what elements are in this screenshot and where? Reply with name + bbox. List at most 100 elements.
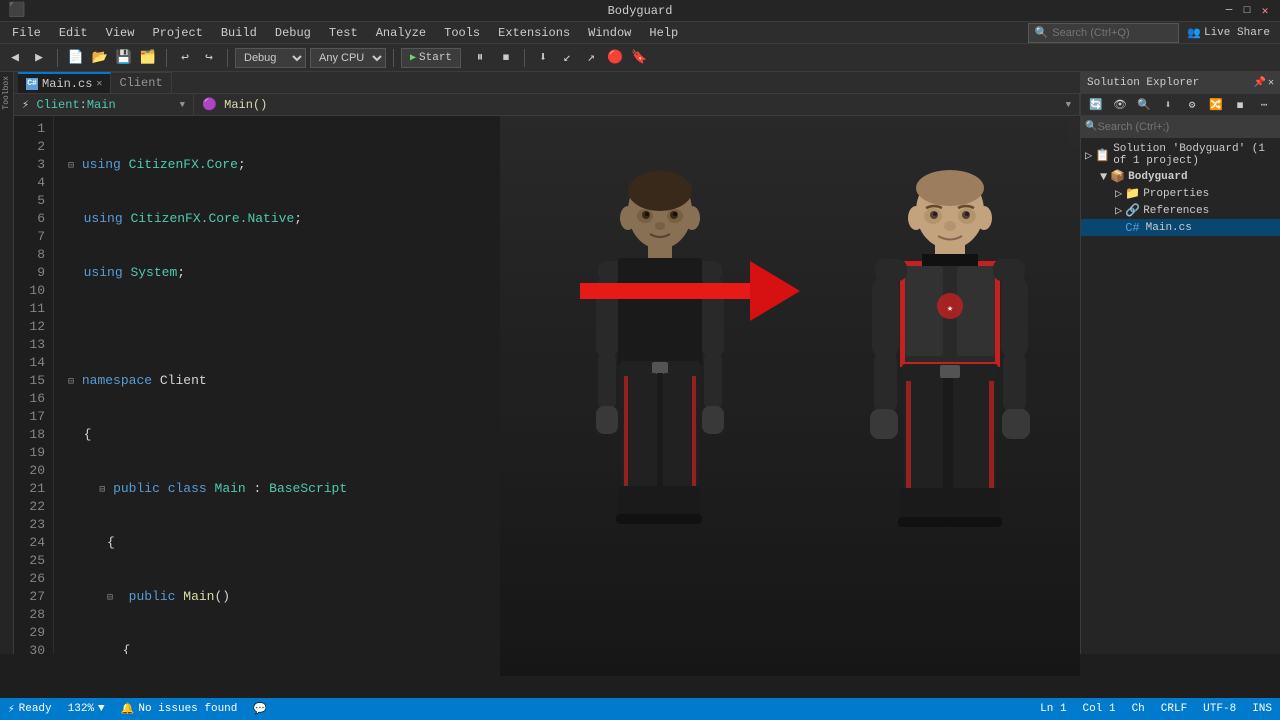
app-icon: ⬛ xyxy=(8,2,25,19)
menu-search-input[interactable] xyxy=(1052,27,1172,39)
editor-area[interactable]: 1 2 3 4 5 6 7 8 9 10 11 12 13 14 15 16 1 xyxy=(14,116,1080,654)
title-bar-controls[interactable]: ─ □ ✕ xyxy=(1222,4,1272,18)
solution-close-icon[interactable]: ✕ xyxy=(1268,77,1274,89)
menu-edit[interactable]: Edit xyxy=(51,24,96,42)
debug-step-out[interactable]: ↗ xyxy=(580,47,602,69)
tree-properties-label: Properties xyxy=(1143,188,1209,200)
redo-button[interactable]: ↪ xyxy=(198,47,220,69)
menu-extensions[interactable]: Extensions xyxy=(490,24,578,42)
tab-main-cs[interactable]: C# Main.cs ✕ xyxy=(18,72,111,93)
breakpoint-button[interactable]: 🔴 xyxy=(604,47,626,69)
encoding-indicator[interactable]: UTF-8 xyxy=(1203,703,1236,715)
tab-main-cs-close[interactable]: ✕ xyxy=(96,78,102,90)
search-icon: 🔍 xyxy=(1035,26,1049,40)
toolbar-edit-group: ↩ ↪ xyxy=(174,47,220,69)
se-preview-button[interactable]: ◼ xyxy=(1229,94,1251,116)
tab-client[interactable]: Client xyxy=(111,72,171,93)
se-collapse-button[interactable]: ⬇ xyxy=(1157,94,1179,116)
se-sync-button[interactable]: 🔄 xyxy=(1085,94,1107,116)
play-icon: ▶ xyxy=(410,52,416,64)
tree-item-maincs[interactable]: ▷ C# Main.cs xyxy=(1081,219,1280,236)
tree-item-references[interactable]: ▷ 🔗 References xyxy=(1081,202,1280,219)
tree-solution-label: Solution 'Bodyguard' (1 of 1 project) xyxy=(1113,143,1276,167)
issues-text: No issues found xyxy=(138,703,237,715)
maincs-icon: C# xyxy=(1125,221,1139,235)
issues-icon: 🔔 xyxy=(121,702,135,716)
save-button[interactable]: 💾 xyxy=(113,47,135,69)
forward-button[interactable]: ▶ xyxy=(28,47,50,69)
tree-item-project[interactable]: ▼ 📦 Bodyguard xyxy=(1081,168,1280,185)
debug-stop-button[interactable]: ⏹ xyxy=(495,47,517,69)
menu-build[interactable]: Build xyxy=(213,24,265,42)
menu-help[interactable]: Help xyxy=(641,24,686,42)
tab-main-cs-label: Main.cs xyxy=(42,77,92,91)
close-button[interactable]: ✕ xyxy=(1258,4,1272,18)
debug-step-in[interactable]: ↙ xyxy=(556,47,578,69)
toolbox-label[interactable]: Toolbox xyxy=(2,76,11,110)
nav-class-main: Main xyxy=(87,98,116,112)
se-show-all-button[interactable]: 👁 xyxy=(1109,94,1131,116)
nav-method-dropdown[interactable]: 🟣 Main() ▼ xyxy=(194,94,1080,115)
tree-item-solution[interactable]: ▷ 📋 Solution 'Bodyguard' (1 of 1 project… xyxy=(1081,142,1280,168)
crlf-indicator[interactable]: CRLF xyxy=(1161,703,1187,715)
line-num-17: 17 xyxy=(14,408,45,426)
status-zoom[interactable]: 132% ▼ xyxy=(68,703,105,715)
editor-scrollbar[interactable] xyxy=(1066,116,1080,654)
left-sidebar: Toolbox xyxy=(0,72,14,654)
menu-test[interactable]: Test xyxy=(321,24,366,42)
status-feedback[interactable]: 💬 xyxy=(253,702,267,716)
solution-search-bar[interactable]: 🔍 xyxy=(1081,116,1280,138)
se-filter-button[interactable]: 🔍 xyxy=(1133,94,1155,116)
line-num-6: 6 xyxy=(14,210,45,228)
se-props-button[interactable]: ⚙ xyxy=(1181,94,1203,116)
status-issues[interactable]: 🔔 No issues found xyxy=(121,702,238,716)
menu-tools[interactable]: Tools xyxy=(436,24,488,42)
zoom-icon: ▼ xyxy=(98,703,105,715)
nav-class-name: Client xyxy=(36,98,79,112)
save-all-button[interactable]: 🗂️ xyxy=(137,47,159,69)
solution-explorer-title: Solution Explorer xyxy=(1087,77,1199,89)
se-git-button[interactable]: 🔀 xyxy=(1205,94,1227,116)
platform-select[interactable]: Any CPU x64 xyxy=(310,48,386,68)
tree-item-properties[interactable]: ▷ 📁 Properties xyxy=(1081,185,1280,202)
bookmark-button[interactable]: 🔖 xyxy=(628,47,650,69)
main-area: Toolbox C# Main.cs ✕ Client ⚡ Client:Mai… xyxy=(0,72,1280,654)
menu-file[interactable]: File xyxy=(4,24,49,42)
code-line-5: ⊟ namespace Client xyxy=(64,372,1066,390)
back-button[interactable]: ◀ xyxy=(4,47,26,69)
debug-step-over[interactable]: ⬇ xyxy=(532,47,554,69)
line-num-7: 7 xyxy=(14,228,45,246)
se-more-button[interactable]: ⋯ xyxy=(1253,94,1275,116)
line-num-24: 24 xyxy=(14,534,45,552)
liveshare-icon: 👥 xyxy=(1187,26,1201,40)
liveshare-button[interactable]: 👥 Live Share xyxy=(1181,24,1276,42)
title-bar: ⬛ Bodyguard ─ □ ✕ xyxy=(0,0,1280,22)
line-num-19: 19 xyxy=(14,444,45,462)
minimize-button[interactable]: ─ xyxy=(1222,4,1236,18)
open-button[interactable]: 📂 xyxy=(89,47,111,69)
ins-indicator[interactable]: INS xyxy=(1252,703,1272,715)
window-title: Bodyguard xyxy=(608,4,673,18)
maximize-button[interactable]: □ xyxy=(1240,4,1254,18)
code-line-2: using CitizenFX.Core.Native; xyxy=(64,210,1066,228)
debug-pause-button[interactable]: ⏸ xyxy=(469,47,491,69)
menu-window[interactable]: Window xyxy=(580,24,639,42)
config-select[interactable]: Debug Release xyxy=(235,48,306,68)
status-icon: ⚡ xyxy=(8,702,15,716)
solution-pin-icon[interactable]: 📌 xyxy=(1254,77,1266,89)
properties-icon: 📁 xyxy=(1125,186,1140,201)
menu-view[interactable]: View xyxy=(98,24,143,42)
new-file-button[interactable]: 📄 xyxy=(65,47,87,69)
menu-debug[interactable]: Debug xyxy=(267,24,319,42)
menu-project[interactable]: Project xyxy=(144,24,210,42)
nav-class-dropdown[interactable]: ⚡ Client:Main ▼ xyxy=(14,94,194,115)
solution-search-input[interactable] xyxy=(1097,121,1237,133)
nav-bar: ⚡ Client:Main ▼ 🟣 Main() ▼ xyxy=(14,94,1080,116)
line-num-21: 21 xyxy=(14,480,45,498)
undo-button[interactable]: ↩ xyxy=(174,47,196,69)
scroll-thumb[interactable] xyxy=(1069,118,1079,148)
toolbar: ◀ ▶ 📄 📂 💾 🗂️ ↩ ↪ Debug Release Any CPU x… xyxy=(0,44,1280,72)
play-button[interactable]: ▶ Start xyxy=(401,48,461,68)
menu-analyze[interactable]: Analyze xyxy=(368,24,434,42)
code-content[interactable]: ⊟ using CitizenFX.Core; using CitizenFX.… xyxy=(54,116,1066,654)
